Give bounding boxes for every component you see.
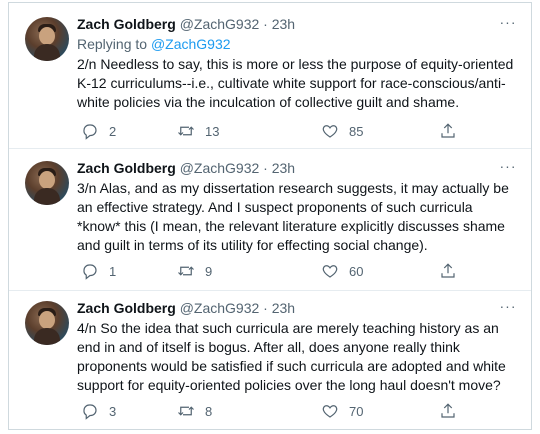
retweet-button[interactable]: 9 <box>177 261 212 281</box>
retweet-button[interactable]: 8 <box>177 401 212 421</box>
replying-to: Replying to @ZachG932 <box>77 35 231 53</box>
reply-button[interactable]: 3 <box>81 401 116 421</box>
avatar[interactable] <box>25 301 69 345</box>
reply-count: 3 <box>109 403 117 419</box>
replying-to-label: Replying to <box>77 36 151 52</box>
retweet-count: 13 <box>205 123 220 139</box>
reply-icon <box>83 404 97 420</box>
reply-icon <box>83 264 97 280</box>
more-icon[interactable]: ··· <box>499 15 517 33</box>
tweet[interactable]: Zach Goldberg @ZachG932 · 23h ··· 3/n Al… <box>9 149 531 291</box>
avatar[interactable] <box>25 17 69 61</box>
heart-icon <box>322 405 338 418</box>
timestamp[interactable]: 23h <box>272 16 295 32</box>
share-icon <box>441 123 455 138</box>
heart-icon <box>322 265 338 278</box>
like-button[interactable]: 60 <box>321 261 363 281</box>
reply-count: 2 <box>109 123 117 139</box>
replying-to-handle[interactable]: @ZachG932 <box>151 36 231 52</box>
author-name[interactable]: Zach Goldberg <box>77 300 176 316</box>
tweet-header: Zach Goldberg @ZachG932 · 23h <box>77 299 295 317</box>
timestamp[interactable]: 23h <box>272 300 295 316</box>
retweet-icon <box>178 266 194 276</box>
share-button[interactable] <box>439 401 457 421</box>
author-handle[interactable]: @ZachG932 <box>180 16 260 32</box>
like-button[interactable]: 70 <box>321 401 363 421</box>
reply-count: 1 <box>109 263 117 279</box>
retweet-button[interactable]: 13 <box>177 121 219 141</box>
share-button[interactable] <box>439 261 457 281</box>
separator-dot: · <box>263 16 268 32</box>
reply-button[interactable]: 1 <box>81 261 116 281</box>
tweet-actions: 1 9 60 <box>77 261 477 281</box>
heart-icon <box>322 125 338 138</box>
tweet-header: Zach Goldberg @ZachG932 · 23h <box>77 159 295 177</box>
reply-button[interactable]: 2 <box>81 121 116 141</box>
tweet-thread: Zach Goldberg @ZachG932 · 23h ··· Replyi… <box>8 2 532 430</box>
timestamp[interactable]: 23h <box>272 160 295 176</box>
like-count: 85 <box>349 123 364 139</box>
tweet-actions: 3 8 70 <box>77 401 477 421</box>
tweet-text: 2/n Needless to say, this is more or les… <box>77 56 514 110</box>
author-name[interactable]: Zach Goldberg <box>77 160 176 176</box>
retweet-icon <box>178 406 194 416</box>
share-icon <box>441 263 455 278</box>
more-icon[interactable]: ··· <box>499 159 517 177</box>
separator-dot: · <box>263 300 268 316</box>
share-icon <box>441 403 455 418</box>
separator-dot: · <box>263 160 268 176</box>
retweet-count: 8 <box>205 403 213 419</box>
tweet[interactable]: Zach Goldberg @ZachG932 · 23h ··· 4/n So… <box>9 291 531 429</box>
tweet-actions: 2 13 85 <box>77 121 477 141</box>
avatar[interactable] <box>25 161 69 205</box>
tweet-text: 3/n Alas, and as my dissertation researc… <box>77 180 509 253</box>
like-count: 60 <box>349 263 364 279</box>
retweet-count: 9 <box>205 263 213 279</box>
like-count: 70 <box>349 403 364 419</box>
tweet-text: 4/n So the idea that such curricula are … <box>77 320 506 393</box>
author-name[interactable]: Zach Goldberg <box>77 16 176 32</box>
reply-icon <box>83 124 97 140</box>
more-icon[interactable]: ··· <box>499 299 517 317</box>
author-handle[interactable]: @ZachG932 <box>180 160 260 176</box>
like-button[interactable]: 85 <box>321 121 363 141</box>
retweet-icon <box>178 126 194 136</box>
tweet[interactable]: Zach Goldberg @ZachG932 · 23h ··· Replyi… <box>9 3 531 149</box>
share-button[interactable] <box>439 121 457 141</box>
tweet-header: Zach Goldberg @ZachG932 · 23h <box>77 15 295 33</box>
author-handle[interactable]: @ZachG932 <box>180 300 260 316</box>
